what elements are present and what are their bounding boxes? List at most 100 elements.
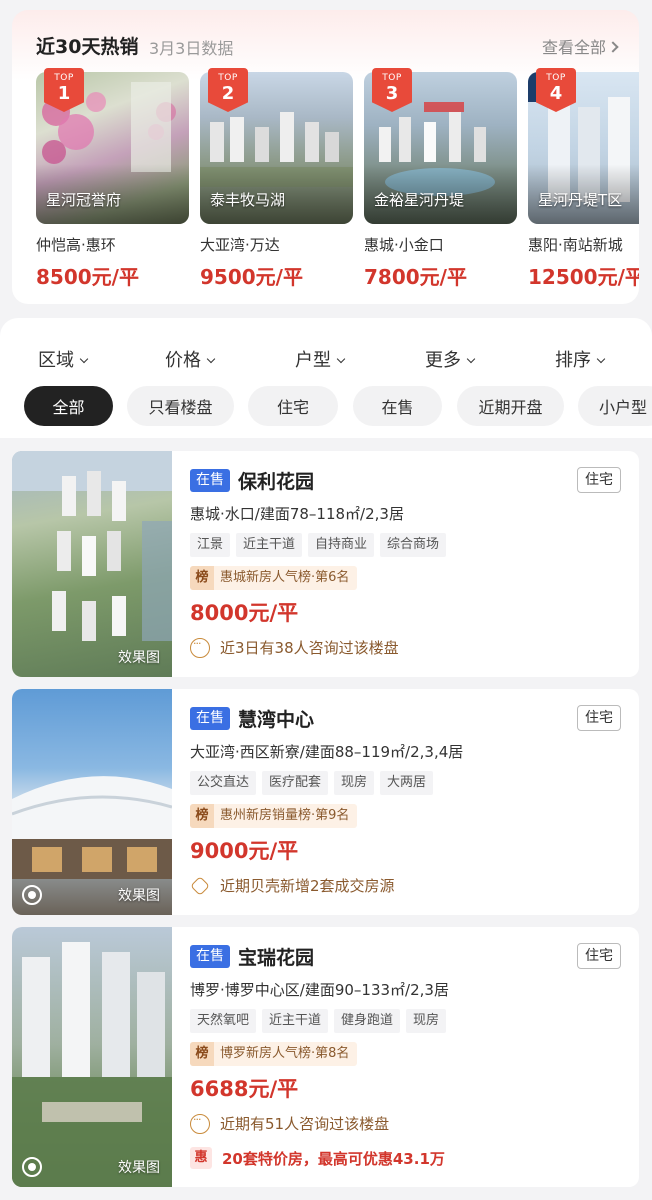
feature-tag: 医疗配套 [262,771,329,795]
top-label: TOP [54,73,74,83]
hot-item[interactable]: 泰丰牧马湖 TOP 2 大亚湾·万达 9500元/平 [200,68,353,290]
top-rank-badge: TOP 3 [372,68,412,112]
hot-item[interactable]: 星河丹堤T区 TOP 4 惠阳·南站新城 12500元/平 [528,68,639,290]
ranking-badge: 榜 [190,804,214,828]
consult-note: 近期有51人咨询过该楼盘 [190,1113,389,1134]
hot-sales-card: 近30天热销 3月3日数据 查看全部 星河冠誉府 TOP 1 仲恺高·惠环 85… [12,10,639,304]
feature-tag: 天然氧吧 [190,1009,257,1033]
hot-item-name: 星河丹堤T区 [538,191,623,209]
listing-area-info: 惠城·水口/建面78–118㎡/2,3居 [190,505,404,523]
ranking-badge: 榜 [190,566,214,590]
listing-area-info: 大亚湾·西区新寮/建面88–119㎡/2,3,4居 [190,743,464,761]
listing-name: 慧湾中心 [238,709,315,731]
hot-sales-title: 近30天热销 [36,36,139,58]
status-badge: 在售 [190,707,230,730]
hot-item-location: 惠阳·南站新城 [528,236,623,254]
hot-item-price: 12500元/平 [528,265,639,289]
chip-on-sale[interactable]: 在售 [353,386,442,426]
render-label: 效果图 [118,888,160,904]
filter-layout[interactable]: 户型 [295,346,346,372]
chevron-down-icon [466,354,476,364]
listing-card[interactable]: 效果图 在售 保利花园 住宅 惠城·水口/建面78–118㎡/2,3居 江景 近主… [12,451,639,677]
render-label: 效果图 [118,650,160,666]
chevron-down-icon [596,354,606,364]
deal-icon [190,875,210,896]
listing-card[interactable]: 效果图 在售 宝瑞花园 住宅 博罗·博罗中心区/建面90–133㎡/2,3居 天… [12,927,639,1187]
view-all-link[interactable]: 查看全部 [542,34,619,58]
feature-tag: 自持商业 [308,533,375,557]
hot-item-name: 星河冠誉府 [46,191,122,209]
ranking-text: 惠州新房销量榜·第9名 [220,808,350,823]
ranking-banner[interactable]: 榜博罗新房人气榜·第8名 [190,1042,358,1066]
feature-tags: 公交直达 医疗配套 现房 大两居 [190,771,439,795]
filter-dropdown-row: 区域 价格 户型 更多 排序 [0,346,652,372]
chat-bubble-icon [190,1113,210,1134]
hot-item-price: 7800元/平 [364,265,467,289]
site-plan-illustration [12,451,172,641]
chip-recent-opening[interactable]: 近期开盘 [457,386,564,426]
vr-icon[interactable] [22,1157,42,1177]
ranking-text: 博罗新房人气榜·第8名 [220,1046,350,1061]
promo-badge: 惠 [190,1147,212,1169]
feature-tags: 天然氧吧 近主干道 健身跑道 现房 [190,1009,452,1033]
hot-item-location: 惠城·小金口 [364,236,444,254]
feature-tag: 现房 [406,1009,447,1033]
hot-sales-date: 3月3日数据 [149,39,234,58]
hot-item-price: 8500元/平 [36,265,139,289]
top-label: TOP [218,73,238,83]
listing-name: 保利花园 [238,471,315,493]
filter-label: 排序 [555,350,591,371]
hot-item-location: 仲恺高·惠环 [36,236,116,254]
property-type-tag: 住宅 [577,467,621,493]
listing-price: 6688元/平 [190,1077,299,1101]
feature-tag: 大两居 [380,771,434,795]
chip-all[interactable]: 全部 [24,386,113,426]
chip-small-unit[interactable]: 小户型 [578,386,652,426]
ranking-banner[interactable]: 榜惠城新房人气榜·第6名 [190,566,358,590]
feature-tag: 近主干道 [262,1009,329,1033]
filter-district[interactable]: 区域 [38,346,89,372]
listing-card[interactable]: 效果图 在售 慧湾中心 住宅 大亚湾·西区新寮/建面88–119㎡/2,3,4居… [12,689,639,915]
vr-icon[interactable] [22,885,42,905]
feature-tag: 现房 [334,771,375,795]
ranking-text: 惠城新房人气榜·第6名 [220,570,350,585]
hot-item[interactable]: 星河冠誉府 TOP 1 仲恺高·惠环 8500元/平 [36,68,189,290]
deal-text: 近期贝壳新增2套成交房源 [220,877,395,895]
promo-note[interactable]: 惠 20套特价房，最高可优惠43.1万 [190,1147,445,1169]
consult-text: 近期有51人咨询过该楼盘 [220,1115,390,1133]
top-rank-badge: TOP 1 [44,68,84,112]
chevron-down-icon [336,354,346,364]
hot-item-price: 9500元/平 [200,265,303,289]
status-badge: 在售 [190,469,230,492]
filter-price[interactable]: 价格 [165,346,216,372]
consult-note: 近3日有38人咨询过该楼盘 [190,637,399,658]
feature-tag: 江景 [190,533,231,557]
top-label: TOP [382,73,402,83]
chip-projects-only[interactable]: 只看楼盘 [127,386,234,426]
feature-tag: 综合商场 [380,533,447,557]
feature-tag: 公交直达 [190,771,257,795]
chevron-down-icon [206,354,216,364]
hot-item-location: 大亚湾·万达 [200,236,280,254]
promo-text: 20套特价房，最高可优惠43.1万 [222,1149,445,1168]
filter-bar: 区域 价格 户型 更多 排序 全部 只看楼盘 住宅 在售 近期开盘 小户型 [0,318,652,438]
listing-image: 效果图 [12,927,172,1187]
property-type-tag: 住宅 [577,943,621,969]
top-rank-badge: TOP 2 [208,68,248,112]
consult-text: 近3日有38人咨询过该楼盘 [220,639,399,657]
feature-tags: 江景 近主干道 自持商业 综合商场 [190,533,452,557]
deal-note: 近期贝壳新增2套成交房源 [190,875,395,896]
ranking-banner[interactable]: 榜惠州新房销量榜·第9名 [190,804,358,828]
hot-item[interactable]: 金裕星河丹堤 TOP 3 惠城·小金口 7800元/平 [364,68,517,290]
hot-item-name: 泰丰牧马湖 [210,191,286,209]
filter-more[interactable]: 更多 [425,346,476,372]
chip-residential[interactable]: 住宅 [248,386,338,426]
filter-label: 户型 [295,350,331,371]
chevron-right-icon [607,41,619,53]
filter-label: 区域 [38,350,74,371]
filter-sort[interactable]: 排序 [555,346,606,372]
property-type-tag: 住宅 [577,705,621,731]
listing-image: 效果图 [12,451,172,677]
building-illustration [12,776,172,879]
chevron-down-icon [79,354,89,364]
